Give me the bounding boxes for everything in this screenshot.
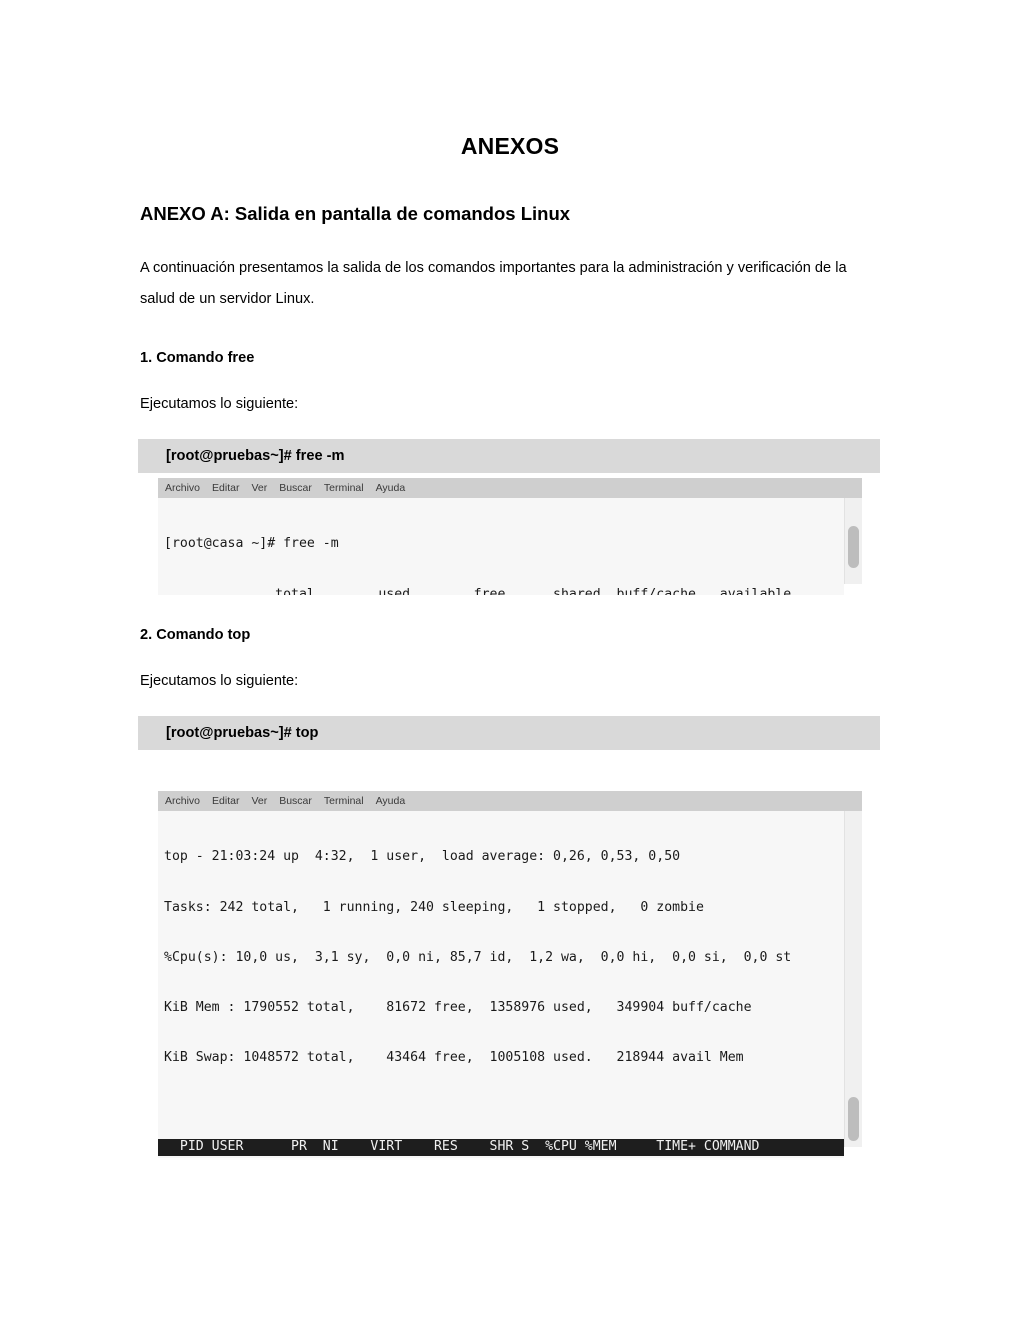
page-title: ANEXOS <box>460 133 560 159</box>
section-heading-anexo-a: ANEXO A: Salida en pantalla de comandos … <box>140 203 571 224</box>
terminal-scrollbar-free[interactable] <box>844 498 862 584</box>
free-line: [root@casa ~]# free -m <box>164 536 339 552</box>
top-summary-line: Tasks: 242 total, 1 running, 240 sleepin… <box>164 899 704 915</box>
subsection-heading-top: 2. Comando top <box>140 627 251 643</box>
terminal-body-wrapper-free: [root@casa ~]# free -m total used free s… <box>158 498 862 595</box>
document-page: ANEXOS ANEXO A: Salida en pantalla de co… <box>0 0 1020 1320</box>
free-lead-in-text: Ejecutamos lo siguiente: <box>140 396 299 412</box>
menu-item-ayuda[interactable]: Ayuda <box>376 795 406 807</box>
top-summary-line: top - 21:03:24 up 4:32, 1 user, load ave… <box>164 849 681 865</box>
top-lead-in-text: Ejecutamos lo siguiente: <box>140 673 299 689</box>
free-line: total used free shared buff/cache availa… <box>164 586 792 595</box>
document-body: ANEXOS ANEXO A: Salida en pantalla de co… <box>138 131 880 473</box>
menu-item-terminal[interactable]: Terminal <box>324 482 364 494</box>
menu-item-archivo[interactable]: Archivo <box>165 482 200 494</box>
terminal-screenshot-free: Archivo Editar Ver Buscar Terminal Ayuda… <box>158 478 862 595</box>
process-table-header: PID USER PR NI VIRT RES SHR S %CPU %MEM … <box>158 1139 844 1157</box>
terminal-output-top: top - 21:03:24 up 4:32, 1 user, load ave… <box>158 811 844 1158</box>
command-box-top: [root@pruebas~]# top <box>138 716 880 750</box>
terminal-menubar-free: Archivo Editar Ver Buscar Terminal Ayuda <box>158 478 862 498</box>
terminal-scrollbar-thumb-free[interactable] <box>848 526 859 568</box>
command-box-top-text: [root@pruebas~]# top <box>166 725 319 741</box>
subsection-heading-free: 1. Comando free <box>140 350 255 366</box>
menu-item-ver[interactable]: Ver <box>251 482 267 494</box>
terminal-menubar-top: Archivo Editar Ver Buscar Terminal Ayuda <box>158 791 862 811</box>
menu-item-editar[interactable]: Editar <box>212 482 239 494</box>
menu-item-archivo[interactable]: Archivo <box>165 795 200 807</box>
intro-paragraph: A continuación presentamos la salida de … <box>140 260 847 307</box>
top-summary-line: KiB Mem : 1790552 total, 81672 free, 135… <box>164 999 752 1015</box>
top-summary-line: %Cpu(s): 10,0 us, 3,1 sy, 0,0 ni, 85,7 i… <box>164 949 792 965</box>
command-box-free: [root@pruebas~]# free -m <box>138 439 880 473</box>
menu-item-terminal[interactable]: Terminal <box>324 795 364 807</box>
terminal-scrollbar-top[interactable] <box>844 811 862 1147</box>
document-body-top-section: 2. Comando top Ejecutamos lo siguiente: … <box>138 624 880 750</box>
terminal-output-free: [root@casa ~]# free -m total used free s… <box>158 498 844 595</box>
command-box-free-text: [root@pruebas~]# free -m <box>166 448 345 464</box>
top-summary-line: KiB Swap: 1048572 total, 43464 free, 100… <box>164 1049 744 1065</box>
terminal-body-wrapper-top: top - 21:03:24 up 4:32, 1 user, load ave… <box>158 811 862 1158</box>
menu-item-ver[interactable]: Ver <box>251 795 267 807</box>
terminal-scrollbar-thumb-top[interactable] <box>848 1097 859 1141</box>
terminal-screenshot-top: Archivo Editar Ver Buscar Terminal Ayuda… <box>158 791 862 1158</box>
menu-item-buscar[interactable]: Buscar <box>279 795 312 807</box>
menu-item-ayuda[interactable]: Ayuda <box>376 482 406 494</box>
menu-item-editar[interactable]: Editar <box>212 795 239 807</box>
menu-item-buscar[interactable]: Buscar <box>279 482 312 494</box>
